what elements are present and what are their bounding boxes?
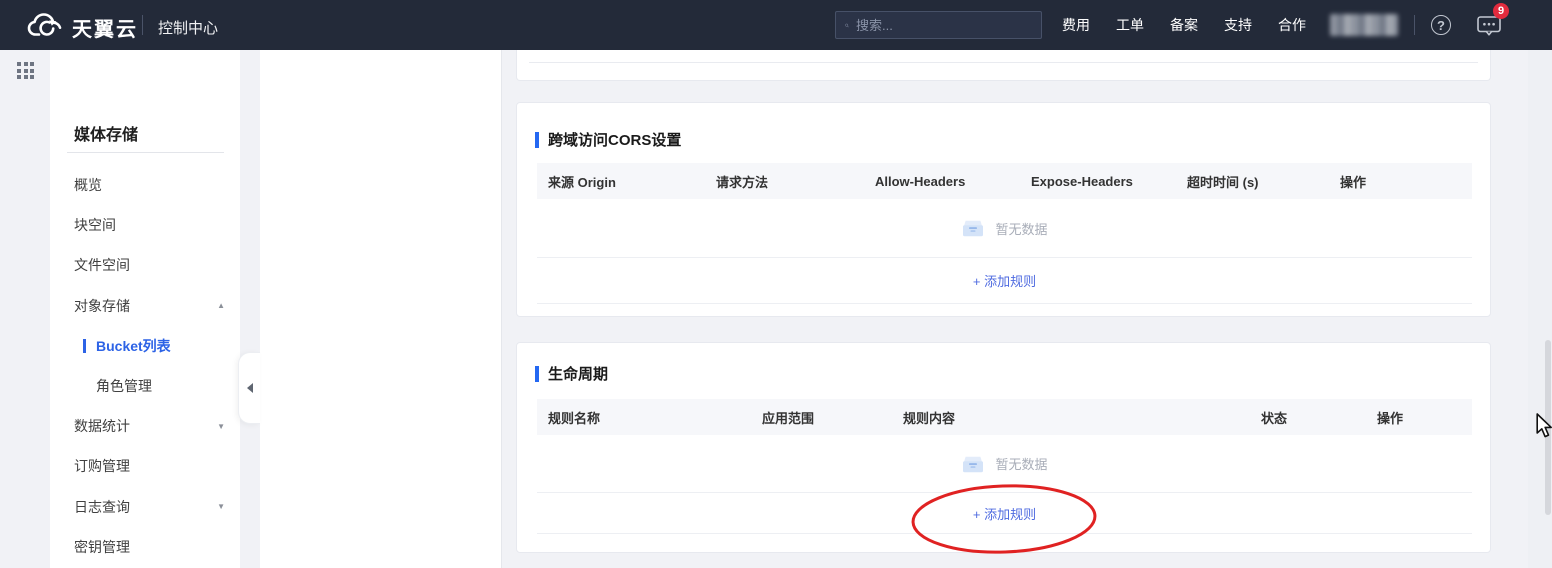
cors-add-row: + 添加规则 xyxy=(537,258,1472,304)
sidebar-nav: 概览 块空间 文件空间 对象存储 ▲ Bucket列表 角色管理 数据统计 ▼ … xyxy=(50,165,240,567)
cors-add-rule-link[interactable]: + 添加规则 xyxy=(973,271,1036,290)
sidebar-item-label: 块空间 xyxy=(74,215,116,235)
search-input[interactable] xyxy=(856,18,1032,33)
sidebar: 媒体存储 概览 块空间 文件空间 对象存储 ▲ Bucket列表 角色管理 数据… xyxy=(50,50,240,568)
sidebar-item-file-space[interactable]: 文件空间 xyxy=(50,245,240,285)
cors-table-header: 来源 Origin 请求方法 Allow-Headers Expose-Head… xyxy=(537,163,1472,199)
sidebar-item-label: 订购管理 xyxy=(74,456,130,476)
sidebar-item-label: 数据统计 xyxy=(74,416,130,436)
sidebar-item-block-space[interactable]: 块空间 xyxy=(50,205,240,245)
empty-text: 暂无数据 xyxy=(995,454,1047,473)
column-header-method: 请求方法 xyxy=(705,172,864,191)
sidebar-item-label: Bucket列表 xyxy=(96,336,171,356)
lifecycle-panel-title-text: 生命周期 xyxy=(548,363,608,384)
active-indicator-bar xyxy=(83,339,86,353)
column-header-actions: 操作 xyxy=(1366,408,1472,427)
sidebar-item-label: 文件空间 xyxy=(74,255,130,275)
app-grid-icon[interactable] xyxy=(17,62,34,79)
message-count-badge: 9 xyxy=(1493,3,1509,19)
column-header-allow-headers: Allow-Headers xyxy=(864,174,1020,189)
global-search[interactable] xyxy=(835,11,1042,39)
sidebar-item-overview[interactable]: 概览 xyxy=(50,165,240,205)
lifecycle-table-header: 规则名称 应用范围 规则内容 状态 操作 xyxy=(537,399,1472,435)
divider xyxy=(529,62,1478,63)
column-header-status: 状态 xyxy=(1250,408,1366,427)
console-center-label[interactable]: 控制中心 xyxy=(158,17,218,38)
lifecycle-panel: 生命周期 规则名称 应用范围 规则内容 状态 操作 暂无数据 + 添加规则 xyxy=(516,342,1491,553)
cors-settings-panel: 跨域访问CORS设置 来源 Origin 请求方法 Allow-Headers … xyxy=(516,102,1491,317)
title-accent-bar xyxy=(535,366,539,382)
chevron-left-icon xyxy=(247,383,253,393)
sidebar-item-order-management[interactable]: 订购管理 xyxy=(50,446,240,486)
lifecycle-empty-state: 暂无数据 xyxy=(537,435,1472,493)
title-accent-bar xyxy=(535,132,539,148)
column-header-actions: 操作 xyxy=(1329,172,1472,191)
brand-name[interactable]: 天翼云 xyxy=(72,13,138,42)
cors-table: 来源 Origin 请求方法 Allow-Headers Expose-Head… xyxy=(537,163,1472,304)
cors-panel-title: 跨域访问CORS设置 xyxy=(535,129,681,150)
sidebar-title: 媒体存储 xyxy=(74,121,138,145)
sidebar-item-key-management[interactable]: 密钥管理 xyxy=(50,527,240,567)
sidebar-item-label: 日志查询 xyxy=(74,497,130,517)
caret-down-icon: ▼ xyxy=(217,502,225,511)
lifecycle-panel-title: 生命周期 xyxy=(535,363,608,384)
empty-text: 暂无数据 xyxy=(995,219,1047,238)
menu-item-billing[interactable]: 费用 xyxy=(1062,15,1090,35)
divider xyxy=(1414,15,1415,35)
help-icon[interactable]: ? xyxy=(1431,15,1451,35)
sidebar-item-bucket-list[interactable]: Bucket列表 xyxy=(50,326,240,366)
column-header-rule-content: 规则内容 xyxy=(892,408,1250,427)
empty-box-icon xyxy=(961,455,985,473)
column-header-origin: 来源 Origin xyxy=(537,172,705,191)
sidebar-item-label: 角色管理 xyxy=(96,376,152,396)
lifecycle-add-row: + 添加规则 xyxy=(537,493,1472,534)
navbar-menu: 费用 工单 备案 支持 合作 xyxy=(1062,0,1306,50)
sidebar-item-label: 密钥管理 xyxy=(74,537,130,557)
cors-panel-title-text: 跨域访问CORS设置 xyxy=(548,129,681,150)
empty-box-icon xyxy=(961,219,985,237)
column-header-timeout: 超时时间 (s) xyxy=(1176,172,1329,191)
divider xyxy=(142,15,143,35)
lifecycle-add-rule-link[interactable]: + 添加规则 xyxy=(973,504,1036,523)
sidebar-collapse-handle[interactable] xyxy=(238,352,260,424)
menu-item-cooperation[interactable]: 合作 xyxy=(1278,15,1306,35)
menu-item-icp[interactable]: 备案 xyxy=(1170,15,1198,35)
scrolled-out-panel xyxy=(516,50,1491,81)
scrollbar-thumb[interactable] xyxy=(1545,340,1551,515)
divider xyxy=(67,152,224,153)
cloud-logo-icon[interactable] xyxy=(26,11,66,39)
column-header-scope: 应用范围 xyxy=(751,408,892,427)
sidebar-item-label: 概览 xyxy=(74,175,102,195)
column-header-expose-headers: Expose-Headers xyxy=(1020,174,1176,189)
caret-down-icon: ▼ xyxy=(217,422,225,431)
content-left-panel xyxy=(260,50,502,568)
menu-item-support[interactable]: 支持 xyxy=(1224,15,1252,35)
menu-item-tickets[interactable]: 工单 xyxy=(1116,15,1144,35)
top-navbar: 天翼云 控制中心 费用 工单 备案 支持 合作 ? 9 xyxy=(0,0,1552,50)
sidebar-item-log-query[interactable]: 日志查询 ▼ xyxy=(50,487,240,527)
user-account-redacted[interactable] xyxy=(1330,14,1398,36)
search-icon xyxy=(845,18,849,33)
sidebar-item-object-storage[interactable]: 对象存储 ▲ xyxy=(50,286,240,326)
messages-icon[interactable] xyxy=(1477,16,1501,37)
sidebar-item-role-management[interactable]: 角色管理 xyxy=(50,366,240,406)
column-header-rule-name: 规则名称 xyxy=(537,408,751,427)
lifecycle-table: 规则名称 应用范围 规则内容 状态 操作 暂无数据 + 添加规则 xyxy=(537,399,1472,534)
cors-empty-state: 暂无数据 xyxy=(537,199,1472,258)
caret-up-icon: ▲ xyxy=(217,301,225,310)
sidebar-item-label: 对象存储 xyxy=(74,296,130,316)
sidebar-item-data-statistics[interactable]: 数据统计 ▼ xyxy=(50,406,240,446)
